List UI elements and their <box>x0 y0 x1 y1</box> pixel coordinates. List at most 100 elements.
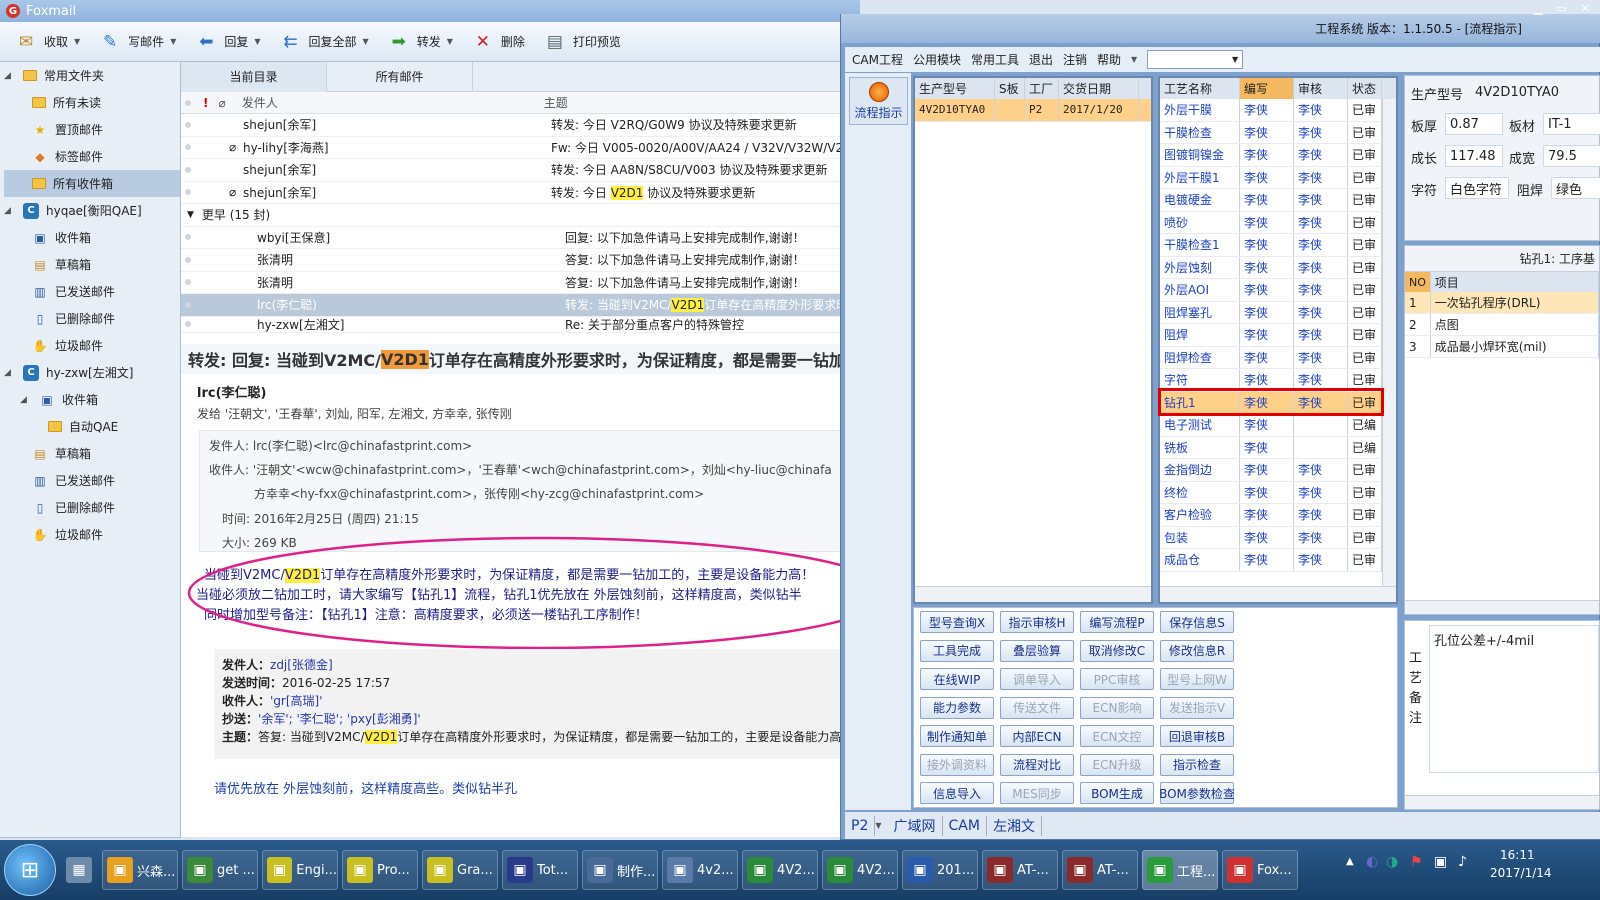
action-button[interactable]: ECN文控 <box>1080 725 1154 747</box>
process-row[interactable]: 干膜检查1 李侠 李侠 已审 <box>1160 234 1396 257</box>
taskbar-item[interactable]: ▣ Tot... <box>502 850 578 890</box>
folder-sent[interactable]: ▥ 已发送邮件 <box>4 278 180 305</box>
message-row[interactable]: shejun[余军] 转发: 今日 AA8N/S8CU/V003 协议及特殊要求更… <box>181 159 860 182</box>
action-button[interactable]: ECN影响 <box>1080 696 1154 719</box>
print-preview-button[interactable]: ▤ 打印预览 <box>539 27 631 57</box>
col-s-board[interactable]: S板 <box>995 78 1025 99</box>
col-item[interactable]: 项目 <box>1431 272 1599 292</box>
process-row[interactable]: 外层蚀刻 李侠 李侠 已审 <box>1160 256 1396 279</box>
group-header-earlier[interactable]: ▼ 更早 (15 封) <box>181 204 860 227</box>
menu-public-module[interactable]: 公用模块 <box>913 51 961 68</box>
receive-button[interactable]: ✉ 收取 ▼ <box>10 27 90 57</box>
folder-all-inboxes[interactable]: 所有收件箱 <box>4 170 180 197</box>
network-icon[interactable]: ▣ <box>1434 854 1447 870</box>
tray-app-icon[interactable]: ◐ <box>1366 854 1378 870</box>
message-row[interactable]: shejun[余军] 转发: 今日 V2RQ/G0W9 协议及特殊要求更新 <box>181 114 860 137</box>
process-row[interactable]: 干膜检查 李侠 李侠 已审 <box>1160 121 1396 144</box>
attachment-column-icon[interactable]: ⌀ <box>218 96 225 110</box>
taskbar-item[interactable]: ▣ 工程... <box>1142 850 1218 890</box>
folder-deleted[interactable]: ▯ 已删除邮件 <box>4 305 180 332</box>
collapse-arrow-icon[interactable]: ◢ <box>4 206 16 216</box>
menu-tools[interactable]: 常用工具 <box>971 51 1019 68</box>
process-row[interactable]: 阻焊检查 李侠 李侠 已审 <box>1160 346 1396 369</box>
reply-button[interactable]: ⬅ 回复 ▼ <box>190 27 270 57</box>
detail-row[interactable]: 1 一次钻孔程序(DRL) <box>1405 292 1599 314</box>
read-status-column-icon[interactable] <box>185 99 191 106</box>
action-button[interactable]: 制作通知单 <box>920 725 994 747</box>
message-row[interactable]: ⌀ shejun[余军] 转发: 今日 V2D1 协议及特殊要求更新 <box>181 182 860 204</box>
collapse-arrow-icon[interactable]: ◢ <box>4 71 16 81</box>
note-hscrollbar[interactable] <box>1405 795 1599 809</box>
detail-hscrollbar[interactable] <box>1405 600 1599 614</box>
folder-junk-2[interactable]: ✋ 垃圾邮件 <box>4 521 180 548</box>
process-row[interactable]: 电镀硬金 李侠 李侠 已审 <box>1160 189 1396 212</box>
action-button[interactable]: ECN升级 <box>1080 753 1154 776</box>
process-row[interactable]: 铣板 李侠 已编 <box>1160 436 1396 459</box>
sender-column-header[interactable]: 发件人 <box>242 94 544 111</box>
maximize-icon[interactable]: ▭ <box>1556 2 1566 18</box>
message-row[interactable]: 张清明 答复: 以下加急件请马上安排完成制作,谢谢！ <box>181 272 860 294</box>
tab-current-folder[interactable]: 当前目录 <box>181 61 327 92</box>
value-soldermask[interactable]: 绿色 <box>1551 177 1600 199</box>
collapse-arrow-icon[interactable]: ◢ <box>20 395 32 405</box>
taskbar-item[interactable]: ▣ Engi... <box>262 850 338 890</box>
value-width[interactable]: 79.5 <box>1543 145 1600 167</box>
volume-icon[interactable]: ♪ <box>1458 854 1467 870</box>
action-button[interactable]: 在线WIP <box>920 668 994 690</box>
tray-app-icon[interactable]: ◑ <box>1386 854 1398 870</box>
action-button[interactable]: MES同步 <box>1000 782 1074 804</box>
col-reviewer[interactable]: 审核 <box>1294 78 1348 99</box>
minimize-icon[interactable]: ▁ <box>1534 2 1542 18</box>
folder-group-common[interactable]: ◢ 常用文件夹 <box>4 62 180 89</box>
action-button[interactable]: 工具完成 <box>920 639 994 662</box>
action-button[interactable]: 内部ECN <box>1000 725 1074 747</box>
menu-help[interactable]: 帮助 <box>1097 51 1121 68</box>
process-row[interactable]: 终检 李侠 李侠 已审 <box>1160 481 1396 504</box>
process-row[interactable]: 喷砂 李侠 李侠 已审 <box>1160 211 1396 234</box>
process-row[interactable]: 外层AOI 李侠 李侠 已审 <box>1160 279 1396 302</box>
forward-button[interactable]: ➡ 转发 ▼ <box>383 27 463 57</box>
action-button[interactable]: 传送文件 <box>1000 696 1074 719</box>
col-model[interactable]: 生产型号 <box>915 78 995 99</box>
chevron-down-icon[interactable]: ▼ <box>363 37 369 46</box>
col-editor[interactable]: 编写 <box>1240 78 1294 99</box>
action-button[interactable]: 接外调资料 <box>920 753 994 776</box>
message-row[interactable]: ⌀ hy-lihy[李海燕] Fw: 今日 V005-0020/A00V/AA24 … <box>181 137 860 159</box>
message-row[interactable]: 张清明 答复: 以下加急件请马上安排完成制作,谢谢！ <box>181 249 860 272</box>
message-row-selected[interactable]: lrc(李仁聪) 转发: 当碰到V2MC/V2D1订单存在高精度外形要求时 <box>181 294 860 317</box>
value-length[interactable]: 117.48 <box>1445 145 1503 167</box>
subject-column-header[interactable]: 主题 <box>544 94 568 111</box>
col-no[interactable]: NO <box>1405 272 1431 292</box>
process-vscrollbar[interactable] <box>1382 99 1396 589</box>
taskbar-item[interactable]: ▣ Gra... <box>422 850 498 890</box>
taskbar-item[interactable]: ▣ Fox... <box>1222 850 1298 890</box>
taskbar-item[interactable]: ▣ 制作... <box>582 850 658 890</box>
process-row[interactable]: 电子测试 李侠 已编 <box>1160 414 1396 437</box>
menu-exit[interactable]: 退出 <box>1029 51 1053 68</box>
action-button[interactable]: 回退审核B <box>1160 725 1234 747</box>
action-button[interactable]: 型号查询X <box>920 611 994 633</box>
value-thickness[interactable]: 0.87 <box>1445 113 1503 135</box>
close-icon[interactable]: ✕ <box>1581 2 1590 18</box>
process-row[interactable]: 成品仓 李侠 李侠 已审 <box>1160 549 1396 572</box>
account-hyqae[interactable]: ◢ Chyqae[衡阳QAE] <box>4 197 180 224</box>
folder-pinned[interactable]: ★ 置顶邮件 <box>4 116 180 143</box>
col-factory[interactable]: 工厂 <box>1025 78 1059 99</box>
reply-all-button[interactable]: ⇇ 回复全部 ▼ <box>275 27 379 57</box>
process-row[interactable]: 包装 李侠 李侠 已审 <box>1160 526 1396 549</box>
start-button[interactable]: ⊞ <box>4 844 56 896</box>
compose-button[interactable]: ✎ 写邮件 ▼ <box>94 27 186 57</box>
process-row[interactable]: 阻焊塞孔 李侠 李侠 已审 <box>1160 301 1396 324</box>
process-row[interactable]: 图镀铜镍金 李侠 李侠 已审 <box>1160 144 1396 167</box>
taskbar-item[interactable]: ▣ 201... <box>902 850 978 890</box>
col-status[interactable]: 状态 <box>1348 78 1382 99</box>
taskbar-item[interactable]: ▣ get ... <box>182 850 258 890</box>
action-button[interactable]: PPC审核 <box>1080 668 1154 690</box>
chevron-down-icon[interactable]: ▼ <box>447 37 453 46</box>
folder-sent-2[interactable]: ▥ 已发送邮件 <box>4 467 180 494</box>
action-button[interactable]: 型号上网W <box>1160 668 1234 690</box>
action-button[interactable]: 能力参数 <box>920 696 994 719</box>
chevron-down-icon[interactable]: ▼ <box>170 37 176 46</box>
detail-row[interactable]: 3 成品最小焊环宽(mil) <box>1405 336 1599 358</box>
collapse-arrow-icon[interactable]: ◢ <box>4 368 16 378</box>
